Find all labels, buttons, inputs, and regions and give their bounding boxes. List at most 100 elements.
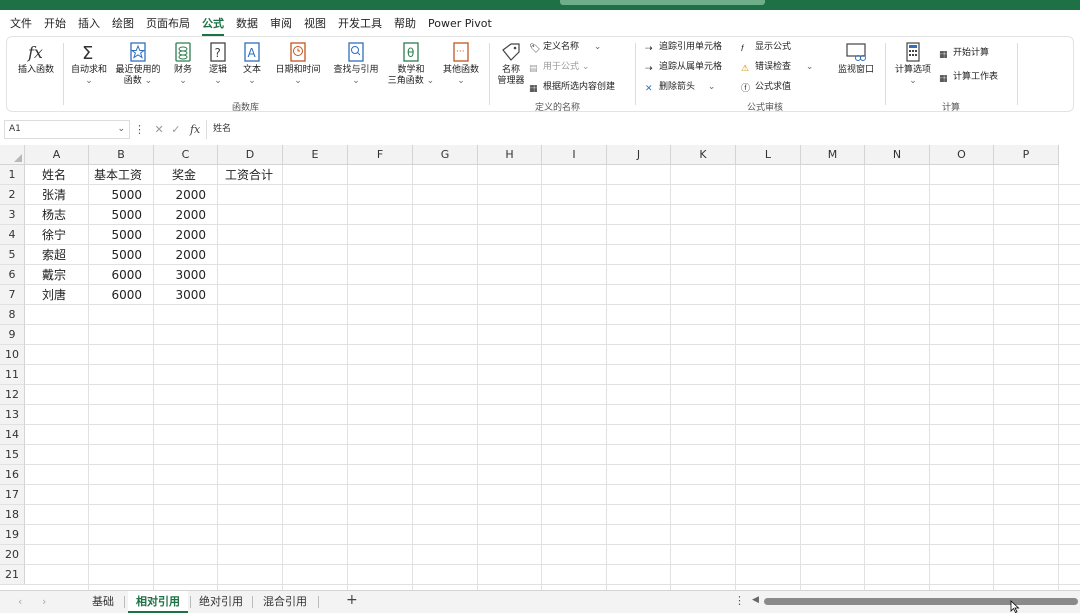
more-icon[interactable]: ⋮ [134, 123, 145, 136]
row-header-2[interactable]: 2 [0, 185, 25, 205]
table-cell-bonus[interactable]: 2000 [154, 225, 217, 245]
table-cell-name[interactable]: 戴宗 [25, 265, 88, 285]
table-cell-base-salary[interactable]: 5000 [89, 185, 153, 205]
text-button[interactable]: A 文本 ⌄ [237, 41, 267, 87]
watch-window-button[interactable]: 监视窗口 [833, 41, 879, 76]
datetime-button[interactable]: 日期和时间 ⌄ [271, 41, 325, 87]
row-header-1[interactable]: 1 [0, 165, 25, 185]
row-header-11[interactable]: 11 [0, 365, 25, 385]
chevron-down-icon[interactable]: ⌄ [117, 121, 125, 138]
select-all-button[interactable] [0, 145, 25, 165]
prev-sheet-icon[interactable]: ‹ [18, 595, 22, 608]
column-header-l[interactable]: L [736, 145, 801, 165]
name-box[interactable]: A1 ⌄ [4, 120, 130, 139]
formula-input[interactable]: 姓名 [206, 120, 1076, 139]
row-header-8[interactable]: 8 [0, 305, 25, 325]
logical-button[interactable]: ? 逻辑 ⌄ [203, 41, 233, 87]
table-header-cell[interactable]: 工资合计 [218, 165, 285, 185]
row-header-18[interactable]: 18 [0, 505, 25, 525]
row-header-12[interactable]: 12 [0, 385, 25, 405]
column-header-p[interactable]: P [994, 145, 1059, 165]
add-sheet-icon[interactable]: + [346, 592, 358, 608]
column-header-h[interactable]: H [478, 145, 542, 165]
sheet-tab-relative[interactable]: 相对引用 [128, 591, 188, 613]
row-header-3[interactable]: 3 [0, 205, 25, 225]
sheet-tab-absolute[interactable]: 绝对引用 [192, 591, 250, 613]
evaluate-formula-button[interactable]: ⓕ 公式求值 [741, 81, 791, 94]
column-header-b[interactable]: B [89, 145, 154, 165]
row-header-5[interactable]: 5 [0, 245, 25, 265]
table-cell-name[interactable]: 索超 [25, 245, 88, 265]
column-header-k[interactable]: K [671, 145, 736, 165]
table-cell-bonus[interactable]: 3000 [154, 265, 217, 285]
column-header-d[interactable]: D [218, 145, 283, 165]
row-header-15[interactable]: 15 [0, 445, 25, 465]
table-cell-bonus[interactable]: 2000 [154, 245, 217, 265]
fx-icon[interactable]: fx [190, 123, 200, 136]
table-cell-base-salary[interactable]: 6000 [89, 285, 153, 305]
sheet-tab-mixed[interactable]: 混合引用 [256, 591, 314, 613]
financial-button[interactable]: 财务 ⌄ [167, 41, 199, 87]
column-header-j[interactable]: J [607, 145, 671, 165]
column-header-i[interactable]: I [542, 145, 607, 165]
insert-function-button[interactable]: fx 插入函数 [13, 41, 59, 76]
tab-help[interactable]: 帮助 [394, 15, 416, 31]
tab-home[interactable]: 开始 [44, 15, 66, 31]
more-icon[interactable]: ⋮ [734, 594, 745, 607]
sheet-tab-basics[interactable]: 基础 [84, 591, 122, 613]
tab-developer[interactable]: 开发工具 [338, 15, 382, 31]
column-header-n[interactable]: N [865, 145, 930, 165]
row-header-7[interactable]: 7 [0, 285, 25, 305]
lookup-button[interactable]: 查找与引用 ⌄ [329, 41, 383, 87]
calc-now-button[interactable]: ▦ 开始计算 [939, 47, 989, 60]
tab-file[interactable]: 文件 [10, 15, 32, 31]
define-name-button[interactable]: 🏷 定义名称 ⌄ [529, 41, 601, 54]
table-cell-bonus[interactable]: 2000 [154, 185, 217, 205]
row-header-14[interactable]: 14 [0, 425, 25, 445]
table-header-cell[interactable]: 姓名 [25, 165, 88, 185]
row-header-9[interactable]: 9 [0, 325, 25, 345]
table-cell-name[interactable]: 张清 [25, 185, 88, 205]
column-header-f[interactable]: F [348, 145, 413, 165]
row-header-20[interactable]: 20 [0, 545, 25, 565]
search-box[interactable] [560, 0, 765, 5]
row-header-13[interactable]: 13 [0, 405, 25, 425]
column-header-o[interactable]: O [930, 145, 994, 165]
table-header-cell[interactable]: 基本工资 [89, 165, 153, 185]
column-header-e[interactable]: E [283, 145, 348, 165]
show-formulas-button[interactable]: 𝑓 显示公式 [741, 41, 791, 54]
cancel-icon[interactable]: ✕ [155, 123, 164, 136]
calc-options-button[interactable]: 计算选项 ⌄ [891, 41, 935, 87]
tab-formulas[interactable]: 公式 [202, 15, 224, 36]
remove-arrows-button[interactable]: ✕ 删除箭头 ⌄ [645, 81, 715, 94]
tab-view[interactable]: 视图 [304, 15, 326, 31]
row-header-19[interactable]: 19 [0, 525, 25, 545]
table-cell-name[interactable]: 刘唐 [25, 285, 88, 305]
column-header-c[interactable]: C [154, 145, 218, 165]
row-header-17[interactable]: 17 [0, 485, 25, 505]
column-header-g[interactable]: G [413, 145, 478, 165]
row-header-10[interactable]: 10 [0, 345, 25, 365]
next-sheet-icon[interactable]: › [42, 595, 46, 608]
table-cell-name[interactable]: 杨志 [25, 205, 88, 225]
tab-review[interactable]: 审阅 [270, 15, 292, 31]
horizontal-scrollbar[interactable]: ◀ [752, 595, 1078, 608]
tab-insert[interactable]: 插入 [78, 15, 100, 31]
create-from-selection-button[interactable]: ▦ 根据所选内容创建 [529, 81, 615, 94]
row-header-4[interactable]: 4 [0, 225, 25, 245]
math-trig-button[interactable]: θ 数学和 三角函数 ⌄ [385, 41, 437, 87]
spreadsheet-grid[interactable]: A B C D E F G H I J K L M N O P 1 2 3 4 5 6 7 8 9 10 11 12 13 14 15 16 1… [0, 145, 1080, 590]
trace-precedents-button[interactable]: ⇢ 追踪引用单元格 [645, 41, 722, 54]
tab-draw[interactable]: 绘图 [112, 15, 134, 31]
table-cell-base-salary[interactable]: 5000 [89, 245, 153, 265]
column-header-a[interactable]: A [25, 145, 89, 165]
table-header-cell[interactable]: 奖金 [154, 165, 217, 185]
autosum-button[interactable]: Σ 自动求和 ⌄ [67, 41, 111, 87]
tab-data[interactable]: 数据 [236, 15, 258, 31]
calc-sheet-button[interactable]: ▦ 计算工作表 [939, 71, 998, 84]
scrollbar-thumb[interactable] [764, 598, 1078, 605]
check-icon[interactable]: ✓ [171, 123, 180, 136]
table-cell-base-salary[interactable]: 5000 [89, 205, 153, 225]
more-functions-button[interactable]: ··· 其他函数 ⌄ [439, 41, 483, 87]
recently-used-button[interactable]: 最近使用的 函数 ⌄ [113, 41, 163, 87]
